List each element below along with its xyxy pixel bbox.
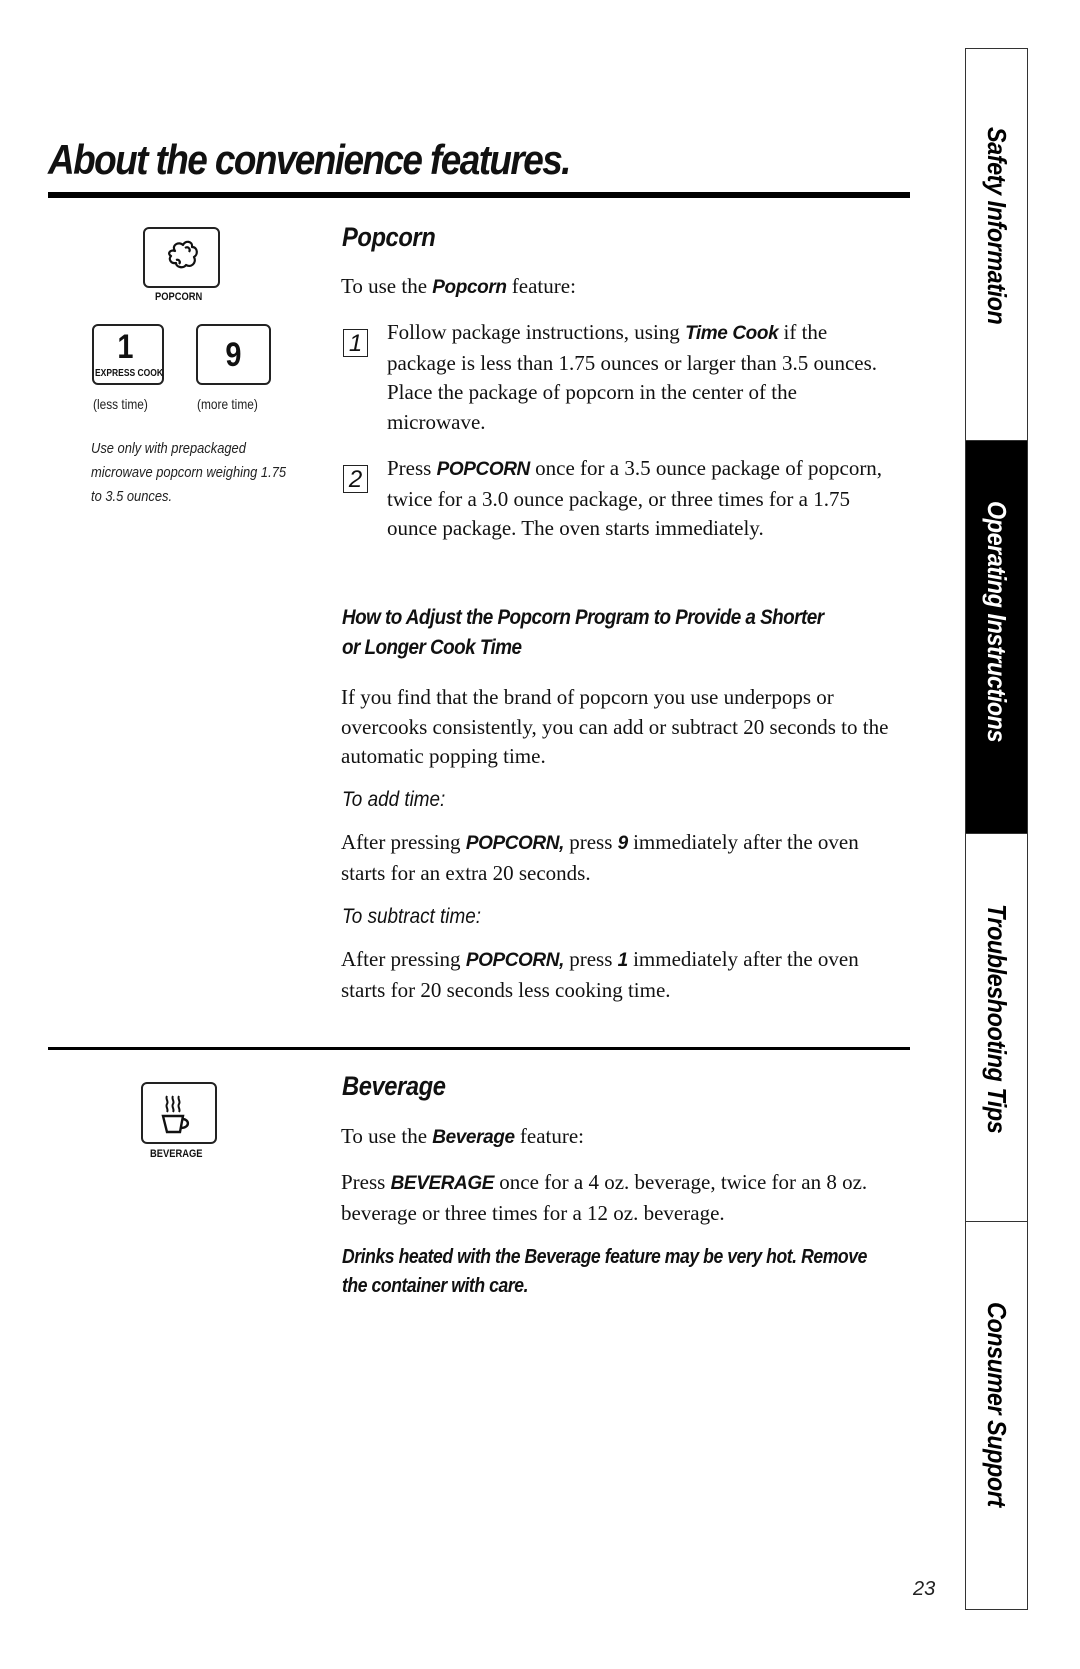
popcorn-usage-note: Use only with prepackaged microwave popc…	[91, 440, 287, 505]
intro-text: To use the	[341, 1124, 433, 1148]
tab-safety-information[interactable]: Safety Information	[966, 49, 1027, 441]
beverage-heading: Beverage	[342, 1071, 446, 1101]
step-text: Press POPCORN once for a 3.5 ounce packa…	[387, 454, 887, 544]
step-number: 2	[343, 465, 368, 493]
step-text-start: Follow package instructions, using	[387, 320, 686, 344]
popcorn-intro: To use the Popcorn feature:	[341, 272, 901, 303]
subtract-time-text: After pressing POPCORN, press 1 immediat…	[341, 945, 901, 1005]
popcorn-icon	[168, 240, 198, 269]
section-tabs: Safety Information Operating Instruction…	[965, 48, 1028, 1610]
key-digit-one: 1	[117, 328, 134, 366]
adjust-body: If you find that the brand of popcorn yo…	[341, 685, 889, 768]
popcorn-key	[143, 227, 220, 288]
section-divider	[48, 1047, 910, 1050]
popcorn-heading: Popcorn	[342, 222, 436, 252]
less-time-caption: (less time)	[93, 396, 148, 412]
tab-label: Operating Instructions	[982, 501, 1012, 743]
beverage-instructions: Press BEVERAGE once for a 4 oz. beverage…	[341, 1168, 886, 1228]
intro-text: To use the	[341, 274, 433, 298]
key-nine-label: 9	[617, 833, 629, 854]
beverage-key-label: BEVERAGE	[150, 1148, 203, 1160]
beverage-key	[141, 1082, 217, 1144]
beverage-cup-icon	[161, 1095, 190, 1134]
text: Press	[341, 1170, 391, 1194]
text: press	[563, 830, 618, 854]
step-text-start: Press	[387, 456, 437, 480]
tab-consumer-support[interactable]: Consumer Support	[966, 1222, 1027, 1611]
adjust-heading: How to Adjust the Popcorn Program to Pro…	[342, 606, 824, 659]
more-time-caption: (more time)	[197, 396, 258, 412]
step-number: 1	[343, 329, 368, 357]
key-one-label: 1	[617, 950, 629, 971]
intro-text-end: feature:	[514, 1124, 584, 1148]
add-time-text: After pressing POPCORN, press 9 immediat…	[341, 828, 901, 888]
subtract-time-label: To subtract time:	[342, 905, 482, 928]
popcorn-button-label: POPCORN,	[465, 950, 565, 971]
text: press	[563, 947, 618, 971]
popcorn-button-label: POPCORN,	[465, 833, 565, 854]
key-digit-nine: 9	[225, 336, 242, 374]
step-text: Follow package instructions, using Time …	[387, 318, 887, 437]
tab-label: Consumer Support	[982, 1302, 1012, 1507]
text: After pressing	[341, 830, 466, 854]
time-cook-label: Time Cook	[685, 323, 779, 344]
title-divider	[48, 192, 910, 198]
nine-key: 9	[196, 324, 271, 385]
tab-label: Troubleshooting Tips	[982, 904, 1012, 1134]
tab-operating-instructions[interactable]: Operating Instructions	[966, 441, 1027, 834]
page-number: 23	[913, 1578, 936, 1600]
page-title: About the convenience features.	[48, 136, 571, 183]
tab-label: Safety Information	[982, 127, 1012, 325]
intro-text-end: feature:	[506, 274, 576, 298]
add-time-label: To add time:	[342, 788, 446, 811]
beverage-warning: Drinks heated with the Beverage feature …	[342, 1246, 867, 1297]
beverage-feature-name: Beverage	[432, 1127, 515, 1148]
beverage-intro: To use the Beverage feature:	[341, 1122, 901, 1153]
popcorn-button-label: POPCORN	[436, 459, 531, 480]
express-cook-label: EXPRESS COOK	[95, 368, 164, 379]
popcorn-key-label: POPCORN	[155, 291, 203, 303]
popcorn-feature-name: Popcorn	[432, 277, 507, 298]
express-cook-key: 1 EXPRESS COOK	[92, 324, 164, 385]
tab-troubleshooting-tips[interactable]: Troubleshooting Tips	[966, 834, 1027, 1222]
beverage-button-label: BEVERAGE	[390, 1173, 495, 1194]
text: After pressing	[341, 947, 466, 971]
